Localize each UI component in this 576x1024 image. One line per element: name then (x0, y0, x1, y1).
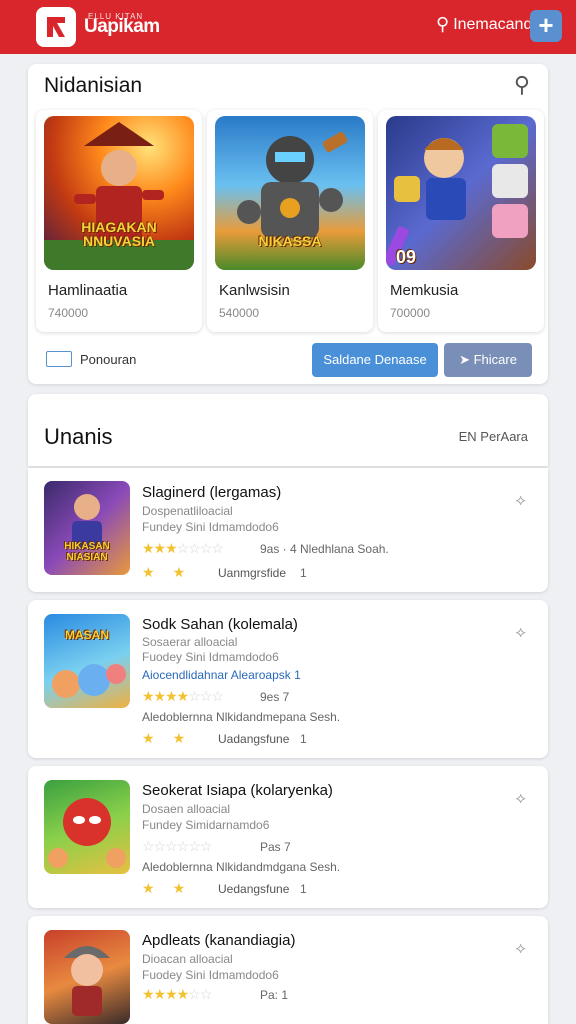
featured-item-name: Hamlinaatia (48, 282, 128, 299)
badge-stars: ★ ★ (142, 564, 186, 580)
game-art-image: NIKASSA (215, 116, 365, 270)
badge-label: Uadangsfune (218, 732, 290, 746)
app-logo-icon[interactable] (36, 7, 76, 47)
rating-meta: Pa: 1 (260, 988, 289, 1002)
featured-art-text: 09 (396, 247, 417, 267)
list-item-title: Sodk Sahan (kolemala) (142, 616, 298, 633)
list-item-title: Slaginerd (lergamas) (142, 484, 282, 501)
list-item[interactable]: MASAN Sodk Sahan (kolemala) Sosaerar all… (28, 600, 548, 758)
share-icon[interactable]: ⟡ (515, 624, 526, 642)
badge-count: 1 (300, 732, 307, 746)
list-item-description: Aledoblernna Nlkidandmdgana Sesh. (142, 860, 341, 874)
featured-item-count: 700000 (390, 306, 431, 320)
badge-count: 1 (300, 566, 307, 580)
rating-meta: 9as · 4 Nledhlana Soah. (260, 542, 389, 556)
featured-art-text: NIKASSA (258, 233, 322, 249)
search-icon[interactable]: ⚲ (514, 72, 530, 98)
game-thumbnail-image: MASAN (44, 614, 130, 708)
featured-item-name: Memkusia (390, 282, 459, 299)
app-brand-tagline: ELLU KITAN (88, 12, 144, 21)
list-item-detail: Fuodey Sini Idmamdodo6 (142, 968, 279, 982)
header-search[interactable]: ⚲ Inemacand (436, 14, 532, 35)
badge-stars: ★ ★ (142, 730, 186, 746)
game-thumbnail-image (44, 930, 130, 1024)
rating-meta: Pas 7 (260, 840, 291, 854)
badge-count: 1 (300, 882, 307, 896)
list-item-developer: Dospenatliloacial (142, 504, 233, 518)
primary-action-button[interactable]: Saldane Denaase (312, 343, 438, 377)
rating-stars: ★★★☆☆☆☆ (142, 540, 224, 556)
chevron-right-icon: ➤ (459, 352, 474, 367)
list-item-detail: Fundey Simidarnamdo6 (142, 818, 270, 832)
secondary-action-label: Fhicare (473, 352, 517, 367)
list-item-title: Seokerat Isiapa (kolaryenka) (142, 782, 333, 799)
game-art-image: 09 (386, 116, 536, 270)
list-item-detail: Fundey Sini Idmamdodo6 (142, 520, 279, 534)
featured-art-text: HIAGAKAN NNUVASIA (81, 219, 157, 249)
list-item[interactable]: Seokerat Isiapa (kolaryenka) Dosaen allo… (28, 766, 548, 908)
featured-title: Nidanisian (44, 74, 143, 97)
add-button[interactable]: + (530, 10, 562, 42)
featured-item-count: 540000 (219, 306, 260, 320)
rating-stars: ★★★★☆☆☆ (142, 688, 224, 704)
badge-label: Uedangsfune (218, 882, 290, 896)
list-item-detail: Fuodey Sini Idmamdodo6 (142, 650, 279, 664)
game-art-image: HIAGAKAN NNUVASIA (44, 116, 194, 270)
list-item-title: Apdleats (kanandiagia) (142, 932, 296, 949)
game-thumbnail-image: HIKASAN NIASIAN (44, 481, 130, 575)
featured-item[interactable]: NIKASSA Kanlwsisin 540000 (207, 110, 373, 332)
featured-item-name: Kanlwsisin (219, 282, 290, 299)
thumb-art-text: MASAN (65, 628, 109, 642)
share-icon[interactable]: ⟡ (515, 790, 526, 808)
top-app-bar: Uapikam ELLU KITAN ⚲ Inemacand + (0, 0, 576, 54)
badge-label: Uanmgrsfide (218, 566, 287, 580)
rating-stars: ★★★★☆☆ (142, 986, 212, 1002)
share-icon[interactable]: ⟡ (515, 940, 526, 958)
list-item-developer: Sosaerar alloacial (142, 635, 238, 649)
secondary-action-button[interactable]: ➤ Fhicare (444, 343, 532, 377)
list-item[interactable]: Apdleats (kanandiagia) Dioacan alloacial… (28, 916, 548, 1024)
featured-item-count: 740000 (48, 306, 89, 320)
rating-stars: ☆☆☆☆☆☆ (142, 838, 212, 854)
list-item-link[interactable]: Aiocendlidahnar Alearoapsk 1 (142, 668, 301, 682)
featured-footer-label: Ponouran (80, 351, 137, 367)
game-thumbnail-image (44, 780, 130, 874)
list-filter[interactable]: EN PerAara (459, 429, 528, 444)
list-item-developer: Dioacan alloacial (142, 952, 233, 966)
featured-footer-link[interactable]: Ponouran (46, 351, 136, 367)
share-icon[interactable]: ⟡ (515, 492, 526, 510)
featured-item[interactable]: 09 Memkusia 700000 (378, 110, 544, 332)
badge-stars: ★ ★ (142, 880, 186, 896)
list-section-header: Unanis EN PerAara (28, 394, 548, 466)
header-search-label: Inemacand (453, 15, 533, 33)
search-icon: ⚲ (436, 14, 450, 34)
featured-item[interactable]: HIAGAKAN NNUVASIA Hamlinaatia 740000 (36, 110, 202, 332)
tablet-icon (46, 351, 72, 367)
featured-section: Nidanisian ⚲ HIAGAKAN NNUVASIA Hamlinaat… (28, 64, 548, 384)
thumb-art-text: HIKASAN NIASIAN (64, 541, 110, 563)
list-item-developer: Dosaen alloacial (142, 802, 231, 816)
rating-meta: 9es 7 (260, 690, 290, 704)
list-item-description: Aledoblernna Nlkidandmepana Sesh. (142, 710, 341, 724)
list-item[interactable]: HIKASAN NIASIAN Slaginerd (lergamas) Dos… (28, 468, 548, 592)
list-title: Unanis (44, 424, 113, 449)
